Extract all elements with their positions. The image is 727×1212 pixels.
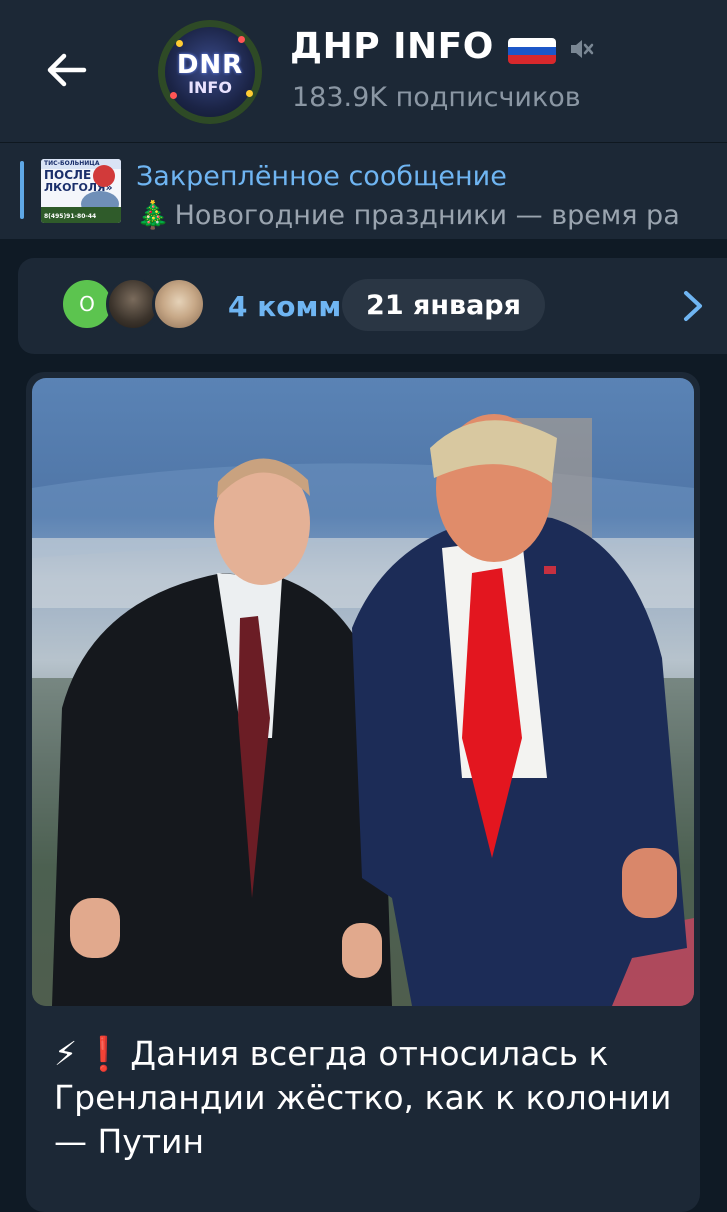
lightning-icon: ⚡ <box>54 1034 78 1073</box>
exclamation-icon: ❗ <box>83 1034 125 1073</box>
avatar-light <box>238 36 245 43</box>
subscriber-count: 183.9K подписчиков <box>292 82 581 113</box>
commenter-avatar <box>152 277 206 331</box>
date-pill: 21 января <box>342 279 545 331</box>
channel-title[interactable]: ДНР INFO <box>290 26 494 67</box>
pinned-preview-text: 🎄 Новогодние праздники — время ра <box>136 199 727 231</box>
avatar-light <box>176 40 183 47</box>
back-button[interactable] <box>38 45 94 95</box>
chevron-right-icon[interactable] <box>680 289 706 323</box>
pinned-thumbnail: ТИС-БОЛЬНИЦА ПОСЛЕ ЛКОГОЛЯ» 8(495)91-80-… <box>41 159 121 223</box>
muted-speaker-icon <box>571 40 594 58</box>
pinned-thumb-line: ПОСЛЕ <box>44 168 92 182</box>
christmas-tree-icon: 🎄 <box>136 200 170 231</box>
post-photo-illustration <box>32 414 694 1006</box>
pinned-indicator <box>20 161 24 219</box>
russia-flag-icon <box>508 38 556 64</box>
arrow-left-icon <box>47 53 87 87</box>
avatar-text-bottom: INFO <box>188 78 232 97</box>
channel-header: DNR INFO ДНР INFO 183.9K подписчиков <box>0 0 727 142</box>
post-body: Дания всегда относилась к Гренландии жёс… <box>54 1034 672 1161</box>
pinned-preview: Новогодние праздники — время ра <box>174 200 680 231</box>
pinned-message-bar[interactable]: ТИС-БОЛЬНИЦА ПОСЛЕ ЛКОГОЛЯ» 8(495)91-80-… <box>0 142 727 239</box>
post-photo[interactable] <box>32 378 694 1006</box>
comments-count[interactable]: 4 комм <box>228 290 341 323</box>
pinned-label: Закреплённое сообщение <box>136 161 507 192</box>
post-text: ⚡ ❗ Дания всегда относилась к Гренландии ж… <box>54 1032 684 1164</box>
channel-avatar[interactable]: DNR INFO <box>158 20 262 124</box>
pinned-thumb-cross-bg <box>93 165 115 187</box>
avatar-text-top: DNR <box>176 50 244 80</box>
pinned-thumb-line: ТИС-БОЛЬНИЦА <box>44 160 100 167</box>
pinned-thumb-line: 8(495)91-80-44 <box>44 213 97 220</box>
